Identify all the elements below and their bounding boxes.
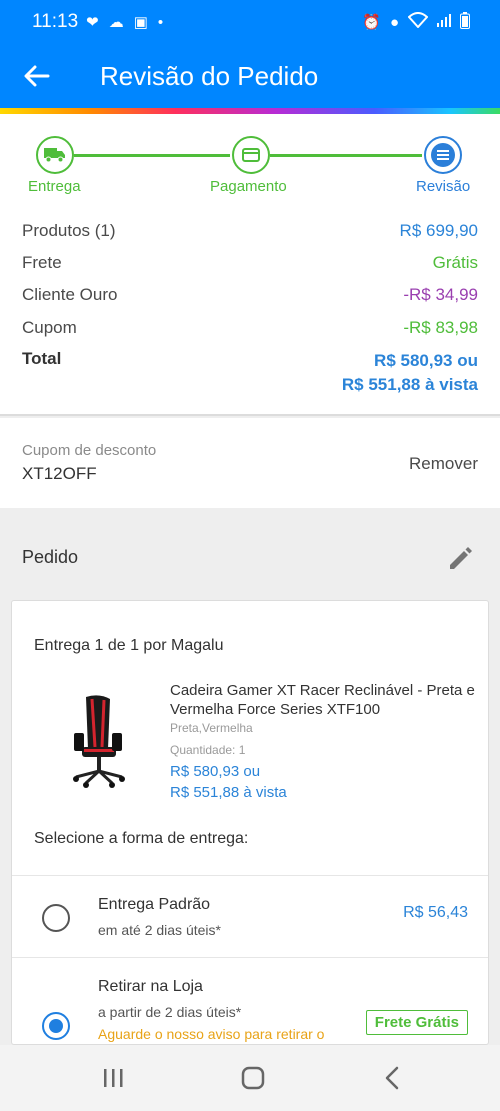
total-value-installments: R$ 580,93 ou <box>374 351 478 370</box>
remove-coupon-button[interactable]: Remover <box>409 454 478 474</box>
alarm-icon: ⏰ <box>362 14 381 31</box>
step-label-revisao: Revisão <box>416 178 471 195</box>
step-label-pagamento: Pagamento <box>210 178 287 195</box>
product-color: Preta,Vermelha <box>170 721 253 735</box>
battery-icon <box>460 11 470 33</box>
coupon-label: Cupom de desconto <box>22 442 157 459</box>
shipping-option-title: Entrega Padrão <box>98 896 211 913</box>
heart-shield-icon: ❤ <box>86 14 99 31</box>
step-connector <box>74 154 230 157</box>
product-name[interactable]: Cadeira Gamer XT Racer Reclinável - Pret… <box>170 681 478 719</box>
shipping-option-subtitle: em até 2 dias úteis* <box>98 922 221 938</box>
product-image[interactable] <box>64 693 134 789</box>
recent-apps-icon[interactable] <box>98 1063 128 1093</box>
summary-value: -R$ 83,98 <box>403 318 478 337</box>
summary-row-produtos: Produtos (1) R$ 699,90 <box>22 221 478 241</box>
shipping-option-subtitle: a partir de 2 dias úteis* <box>98 1004 242 1020</box>
edit-pencil-icon[interactable] <box>446 543 476 573</box>
summary-label: Cupom <box>22 318 77 337</box>
summary-label: Cliente Ouro <box>22 285 118 304</box>
free-shipping-badge: Frete Grátis <box>365 1010 468 1035</box>
page-title: Revisão do Pedido <box>100 60 319 91</box>
radio-standard-delivery[interactable] <box>42 904 70 932</box>
gaming-chair-image <box>73 695 125 788</box>
checkout-stepper: Entrega Pagamento Revisão <box>0 114 500 218</box>
shipping-option-store-pickup[interactable]: Retirar na Loja a partir de 2 dias úteis… <box>12 957 488 1044</box>
product-quantity: Quantidade: 1 <box>170 743 246 757</box>
status-right-icons: ⏰ ● <box>362 11 470 33</box>
status-bar: 11:13 ❤ ☁ ▣ • ⏰ ● <box>0 0 500 44</box>
system-nav-bar <box>0 1045 500 1111</box>
total-value-cash: R$ 551,88 à vista <box>341 375 478 394</box>
shipping-option-price: R$ 56,43 <box>403 904 468 921</box>
order-card: Entrega 1 de 1 por Magalu Cadeira Gamer … <box>11 600 489 1045</box>
status-time: 11:13 <box>32 11 79 32</box>
order-section-title: Pedido <box>22 547 79 567</box>
shipping-option-standard[interactable]: Entrega Padrão em até 2 dias úteis* R$ 5… <box>12 875 488 957</box>
order-summary: Produtos (1) R$ 699,90 Frete Grátis Clie… <box>0 218 500 416</box>
back-arrow-icon[interactable] <box>24 61 54 91</box>
radio-store-pickup[interactable] <box>42 1012 70 1040</box>
back-icon[interactable] <box>378 1063 408 1093</box>
shipping-option-note: Aguarde o nosso aviso para retirar o <box>98 1026 325 1042</box>
home-icon[interactable] <box>238 1063 268 1093</box>
coupon-section: Cupom de desconto XT12OFF Remover <box>0 418 500 508</box>
summary-row-cliente-ouro: Cliente Ouro -R$ 34,99 <box>22 285 478 305</box>
product-price-installments: R$ 580,93 ou <box>170 763 261 780</box>
list-icon <box>431 143 455 167</box>
step-entrega[interactable] <box>36 136 74 174</box>
total-label: Total <box>22 349 62 368</box>
coupon-code: XT12OFF <box>22 464 97 483</box>
signal-icon <box>437 13 451 31</box>
shipping-select-title: Selecione a forma de entrega: <box>34 830 249 847</box>
cloud-icon: ☁ <box>108 14 124 31</box>
summary-value: -R$ 34,99 <box>403 285 478 304</box>
step-label-entrega: Entrega <box>28 178 81 195</box>
summary-value: R$ 699,90 <box>399 221 478 240</box>
top-bar: 11:13 ❤ ☁ ▣ • ⏰ ● Revisão do Pedido <box>0 0 500 108</box>
delivery-header: Entrega 1 de 1 por Magalu <box>34 637 224 654</box>
image-icon: ▣ <box>133 14 148 31</box>
card-icon <box>242 148 260 162</box>
summary-row-total: Total R$ 580,93 ou R$ 551,88 à vista <box>22 349 478 397</box>
product-price: R$ 580,93 ou R$ 551,88 à vista <box>170 761 287 803</box>
total-value: R$ 580,93 ou R$ 551,88 à vista <box>342 349 478 397</box>
wifi-icon <box>407 12 429 32</box>
step-pagamento[interactable] <box>232 136 270 174</box>
summary-label: Frete <box>22 253 62 272</box>
step-connector <box>270 154 422 157</box>
step-revisao[interactable] <box>424 136 462 174</box>
summary-row-cupom: Cupom -R$ 83,98 <box>22 318 478 338</box>
truck-icon <box>44 148 65 163</box>
product-price-cash: R$ 551,88 à vista <box>170 784 287 801</box>
summary-label: Produtos (1) <box>22 221 116 240</box>
dot-icon: • <box>157 13 164 31</box>
location-icon: ● <box>389 13 399 31</box>
app-bar: Revisão do Pedido <box>0 44 500 108</box>
summary-value: Grátis <box>432 253 478 272</box>
shipping-option-title: Retirar na Loja <box>98 978 203 995</box>
summary-row-frete: Frete Grátis <box>22 253 478 273</box>
